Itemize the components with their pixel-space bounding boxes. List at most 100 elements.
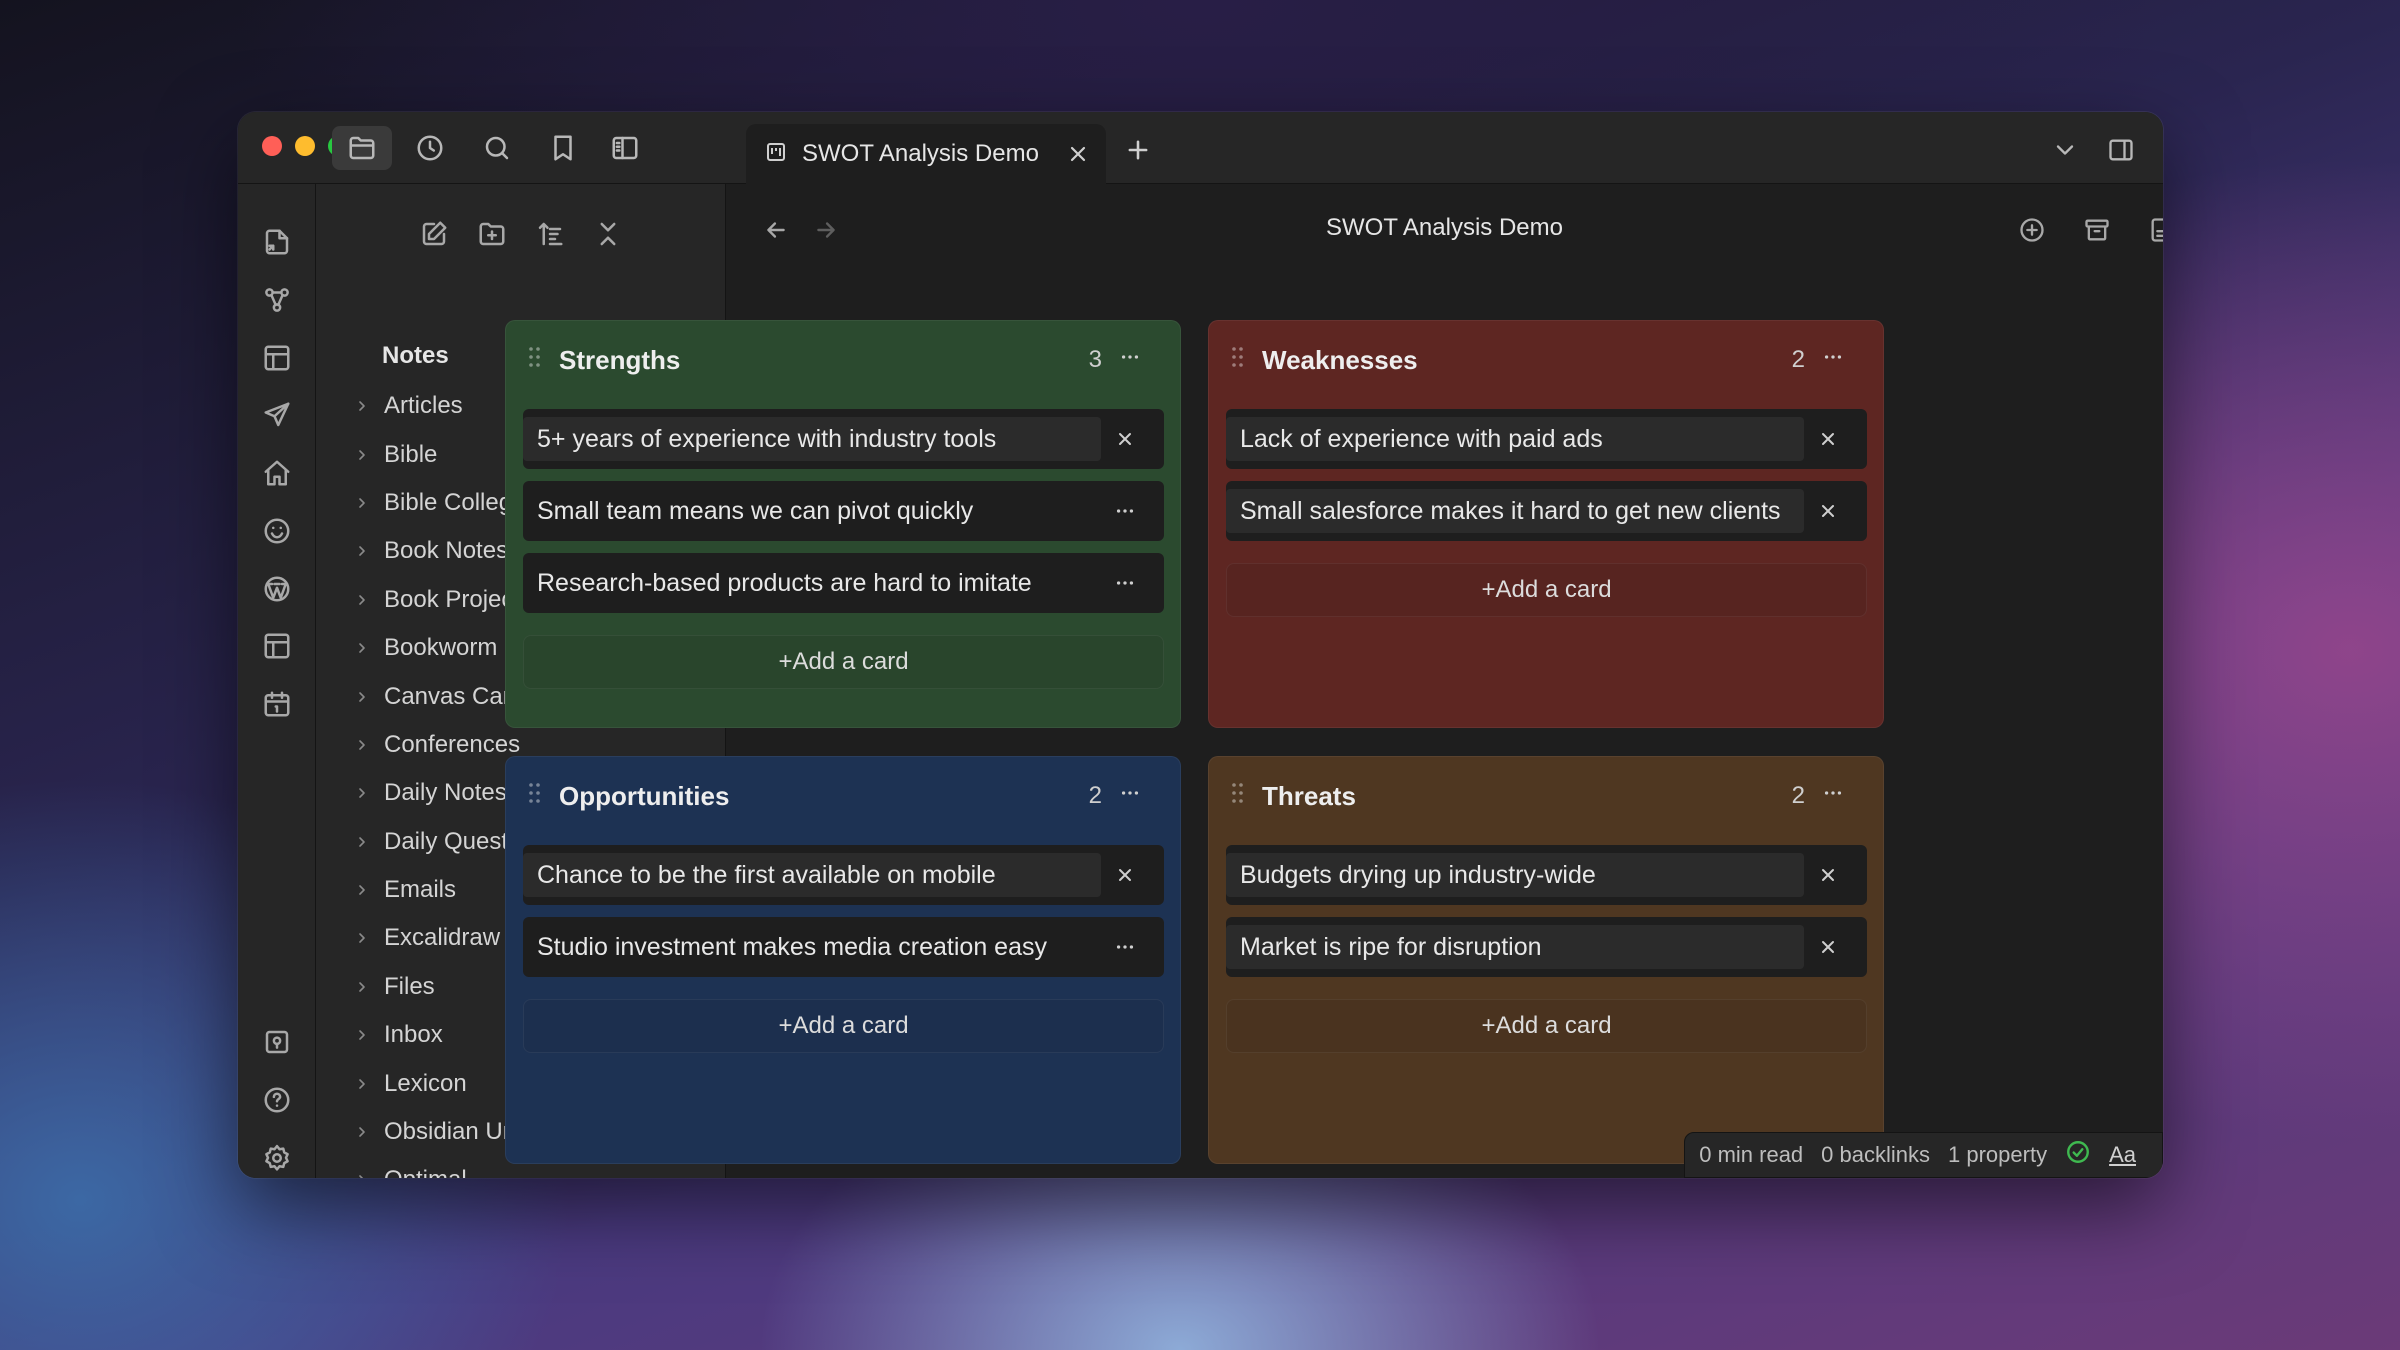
folder-label: Bible [384,440,438,468]
vault-root-label[interactable]: Notes [382,342,449,370]
card-text[interactable]: Small salesforce makes it hard to get ne… [1226,489,1804,533]
recent-files-button[interactable] [400,126,460,170]
quick-switcher-button[interactable] [255,220,299,264]
collapse-all-icon [600,222,616,246]
sort-button[interactable] [528,212,572,256]
publish-button[interactable] [255,393,299,437]
drag-handle-icon[interactable] [528,345,542,369]
tab-list-button[interactable] [2045,130,2085,170]
templates-button[interactable] [255,624,299,668]
tab-swot-analysis-demo[interactable]: SWOT Analysis Demo [746,124,1106,184]
new-note-button[interactable] [412,212,456,256]
close-icon [1070,146,1086,162]
backlinks-count[interactable]: 0 backlinks [1821,1142,1930,1168]
archive-button[interactable] [2076,209,2118,251]
kanban-card[interactable]: Small salesforce makes it hard to get ne… [1226,481,1867,541]
home-icon [264,460,290,486]
kanban-card[interactable]: Market is ripe for disruption [1226,917,1867,977]
canvas-button[interactable] [255,336,299,380]
kanban-card[interactable]: Studio investment makes media creation e… [523,917,1164,977]
lane-menu-button[interactable] [1112,775,1148,811]
lane-menu-button[interactable] [1815,775,1851,811]
toggle-sidebar-button[interactable] [595,126,655,170]
chevron-right-icon [352,977,372,997]
drag-handle-icon[interactable] [528,781,542,805]
lane-title[interactable]: Weaknesses [1262,345,1418,376]
card-text[interactable]: Small team means we can pivot quickly [523,489,1103,533]
close-tab-button[interactable] [1060,136,1096,172]
toggle-right-sidebar-button[interactable] [2101,130,2141,170]
add-card-button[interactable]: +Add a card [523,635,1164,689]
send-icon [264,402,290,427]
kanban-card[interactable]: Lack of experience with paid ads [1226,409,1867,469]
card-cancel-edit-button[interactable] [1811,494,1845,528]
open-as-markdown-button[interactable] [2141,209,2163,251]
plus-circle-icon [2020,218,2044,242]
archive-icon [2085,219,2109,241]
collapse-all-button[interactable] [586,212,630,256]
calendar-icon [264,691,290,717]
minimize-window-button[interactable] [295,136,315,156]
chevron-right-icon [352,832,372,852]
add-card-button[interactable]: +Add a card [523,999,1164,1053]
help-button[interactable] [255,1078,299,1122]
settings-button[interactable] [255,1136,299,1178]
clock-icon [417,135,443,161]
card-menu-button[interactable] [1108,566,1142,600]
card-text[interactable]: Lack of experience with paid ads [1226,417,1804,461]
files-pane-button[interactable] [332,126,392,170]
open-quick-switcher-icon [265,229,289,255]
more-horizontal-icon [1824,791,1842,795]
card-cancel-edit-button[interactable] [1108,858,1142,892]
drag-handle-icon[interactable] [1231,781,1245,805]
add-list-button[interactable] [2011,209,2053,251]
card-cancel-edit-button[interactable] [1811,930,1845,964]
close-window-button[interactable] [262,136,282,156]
card-text[interactable]: Budgets drying up industry-wide [1226,853,1804,897]
add-card-button[interactable]: +Add a card [1226,999,1867,1053]
lane-title[interactable]: Opportunities [559,781,729,812]
daily-note-button[interactable] [255,682,299,726]
card-cancel-edit-button[interactable] [1108,422,1142,456]
card-text[interactable]: 5+ years of experience with industry too… [523,417,1101,461]
graph-view-button[interactable] [255,278,299,322]
new-folder-button[interactable] [470,212,514,256]
sync-status-icon[interactable] [2065,1139,2091,1171]
card-menu-button[interactable] [1108,930,1142,964]
card-text[interactable]: Studio investment makes media creation e… [523,925,1103,969]
homepage-button[interactable] [255,451,299,495]
kanban-card[interactable]: Budgets drying up industry-wide [1226,845,1867,905]
properties-count[interactable]: 1 property [1948,1142,2047,1168]
kanban-card[interactable]: Small team means we can pivot quickly [523,481,1164,541]
emoji-button[interactable] [255,509,299,553]
lane-card-count: 2 [1791,346,1805,373]
card-cancel-edit-button[interactable] [1811,858,1845,892]
lane-title[interactable]: Strengths [559,345,680,376]
lane-menu-button[interactable] [1112,339,1148,375]
kanban-card[interactable]: Research-based products are hard to imit… [523,553,1164,613]
search-pane-button[interactable] [467,126,527,170]
kanban-card[interactable]: Chance to be the first available on mobi… [523,845,1164,905]
card-cancel-edit-button[interactable] [1811,422,1845,456]
lane-header: Strengths 3 [506,321,1180,393]
card-text[interactable]: Research-based products are hard to imit… [523,561,1103,605]
card-text[interactable]: Market is ripe for disruption [1226,925,1804,969]
view-title[interactable]: SWOT Analysis Demo [726,214,2163,242]
lane-title[interactable]: Threats [1262,781,1356,812]
wordpress-button[interactable] [255,567,299,611]
lane-header: Threats 2 [1209,757,1883,829]
add-card-button[interactable]: +Add a card [1226,563,1867,617]
kanban-card[interactable]: 5+ years of experience with industry too… [523,409,1164,469]
more-horizontal-icon [1824,355,1842,359]
drag-handle-icon[interactable] [1231,345,1245,369]
lane-menu-button[interactable] [1815,339,1851,375]
bookmarks-pane-button[interactable] [533,126,593,170]
card-menu-button[interactable] [1108,494,1142,528]
folder-label: Optimal [384,1166,467,1178]
card-text[interactable]: Chance to be the first available on mobi… [523,853,1101,897]
bookmark-icon [554,135,572,161]
font-toggle[interactable]: Aa [2109,1142,2136,1168]
new-tab-button[interactable] [1118,130,1158,170]
vault-switcher-button[interactable] [255,1020,299,1064]
template-icon [264,633,290,659]
